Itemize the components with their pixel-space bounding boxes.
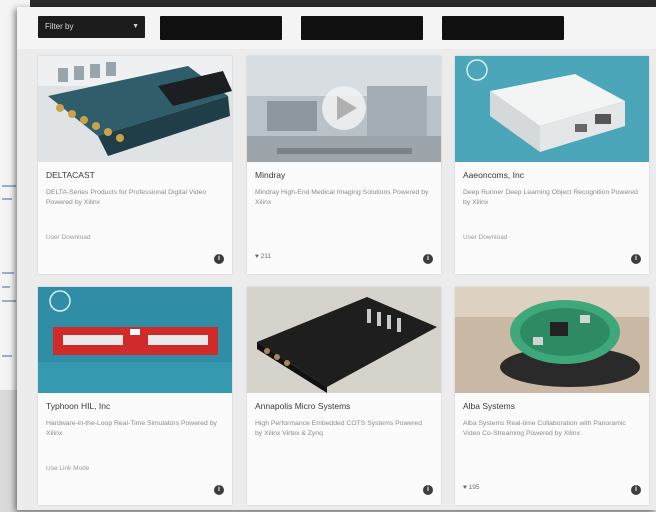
card-title: Typhoon HIL, Inc <box>46 401 111 411</box>
info-icon[interactable]: i <box>423 485 433 495</box>
filter-bar: Filter by ▼ <box>17 7 656 49</box>
info-icon[interactable]: i <box>631 254 641 264</box>
filter-by-dropdown[interactable]: Filter by ▼ <box>38 16 145 38</box>
partner-card-deltacast[interactable]: DELTACAST DELTA-Series Products for Prof… <box>38 56 232 274</box>
card-title: DELTACAST <box>46 170 95 180</box>
card-action-link[interactable]: User Download <box>463 234 507 241</box>
partner-card-alba-systems[interactable]: Alba Systems Alba Systems Real-time Coll… <box>455 287 649 505</box>
partner-card-mindray[interactable]: Mindray Mindray High-End Medical Imaging… <box>247 56 441 274</box>
partner-card-aaeoncoms[interactable]: Aaeoncoms, Inc Deep Runner Deep Learning… <box>455 56 649 274</box>
card-image-camera-board <box>455 287 649 393</box>
card-title: Aaeoncoms, Inc <box>463 170 524 180</box>
card-action-link[interactable]: User Download <box>46 234 90 241</box>
chevron-down-icon: ▼ <box>132 23 139 30</box>
info-icon[interactable]: i <box>423 254 433 264</box>
card-action-link[interactable]: Use Link Mode <box>46 465 89 472</box>
filter-dropdown-4[interactable] <box>442 16 564 40</box>
info-icon[interactable]: i <box>214 254 224 264</box>
card-image-device-box <box>455 56 649 162</box>
info-icon[interactable]: i <box>214 485 224 495</box>
card-title: Mindray <box>255 170 286 180</box>
partner-gallery-modal: Filter by ▼ DELTACAST DELTA-Series Produ… <box>17 7 656 510</box>
filter-by-label: Filter by <box>45 22 74 31</box>
partner-card-annapolis[interactable]: Annapolis Micro Systems High Performance… <box>247 287 441 505</box>
card-title: Alba Systems <box>463 401 515 411</box>
card-title: Annapolis Micro Systems <box>255 401 351 411</box>
like-count[interactable]: ♥ 195 <box>463 484 480 491</box>
filter-dropdown-3[interactable] <box>301 16 423 40</box>
card-image-black-module <box>247 287 441 393</box>
card-image-video-thumbnail <box>247 56 441 162</box>
card-image-red-simulator <box>38 287 232 393</box>
card-image-video-board <box>38 56 232 162</box>
card-description: High Performance Embedded COTS Systems P… <box>255 420 422 437</box>
card-description: Alba Systems Real-time Collaboration wit… <box>463 420 626 437</box>
card-description: Hardware-in-the-Loop Real-Time Simulator… <box>46 420 217 437</box>
card-description: Deep Runner Deep Learning Object Recogni… <box>463 189 638 206</box>
partner-card-typhoon-hil[interactable]: Typhoon HIL, Inc Hardware-in-the-Loop Re… <box>38 287 232 505</box>
info-icon[interactable]: i <box>631 485 641 495</box>
card-description: Mindray High-End Medical Imaging Solutio… <box>255 189 429 206</box>
like-count[interactable]: ♥ 211 <box>255 253 271 260</box>
card-description: DELTA-Series Products for Professional D… <box>46 189 207 206</box>
filter-dropdown-2[interactable] <box>160 16 282 40</box>
